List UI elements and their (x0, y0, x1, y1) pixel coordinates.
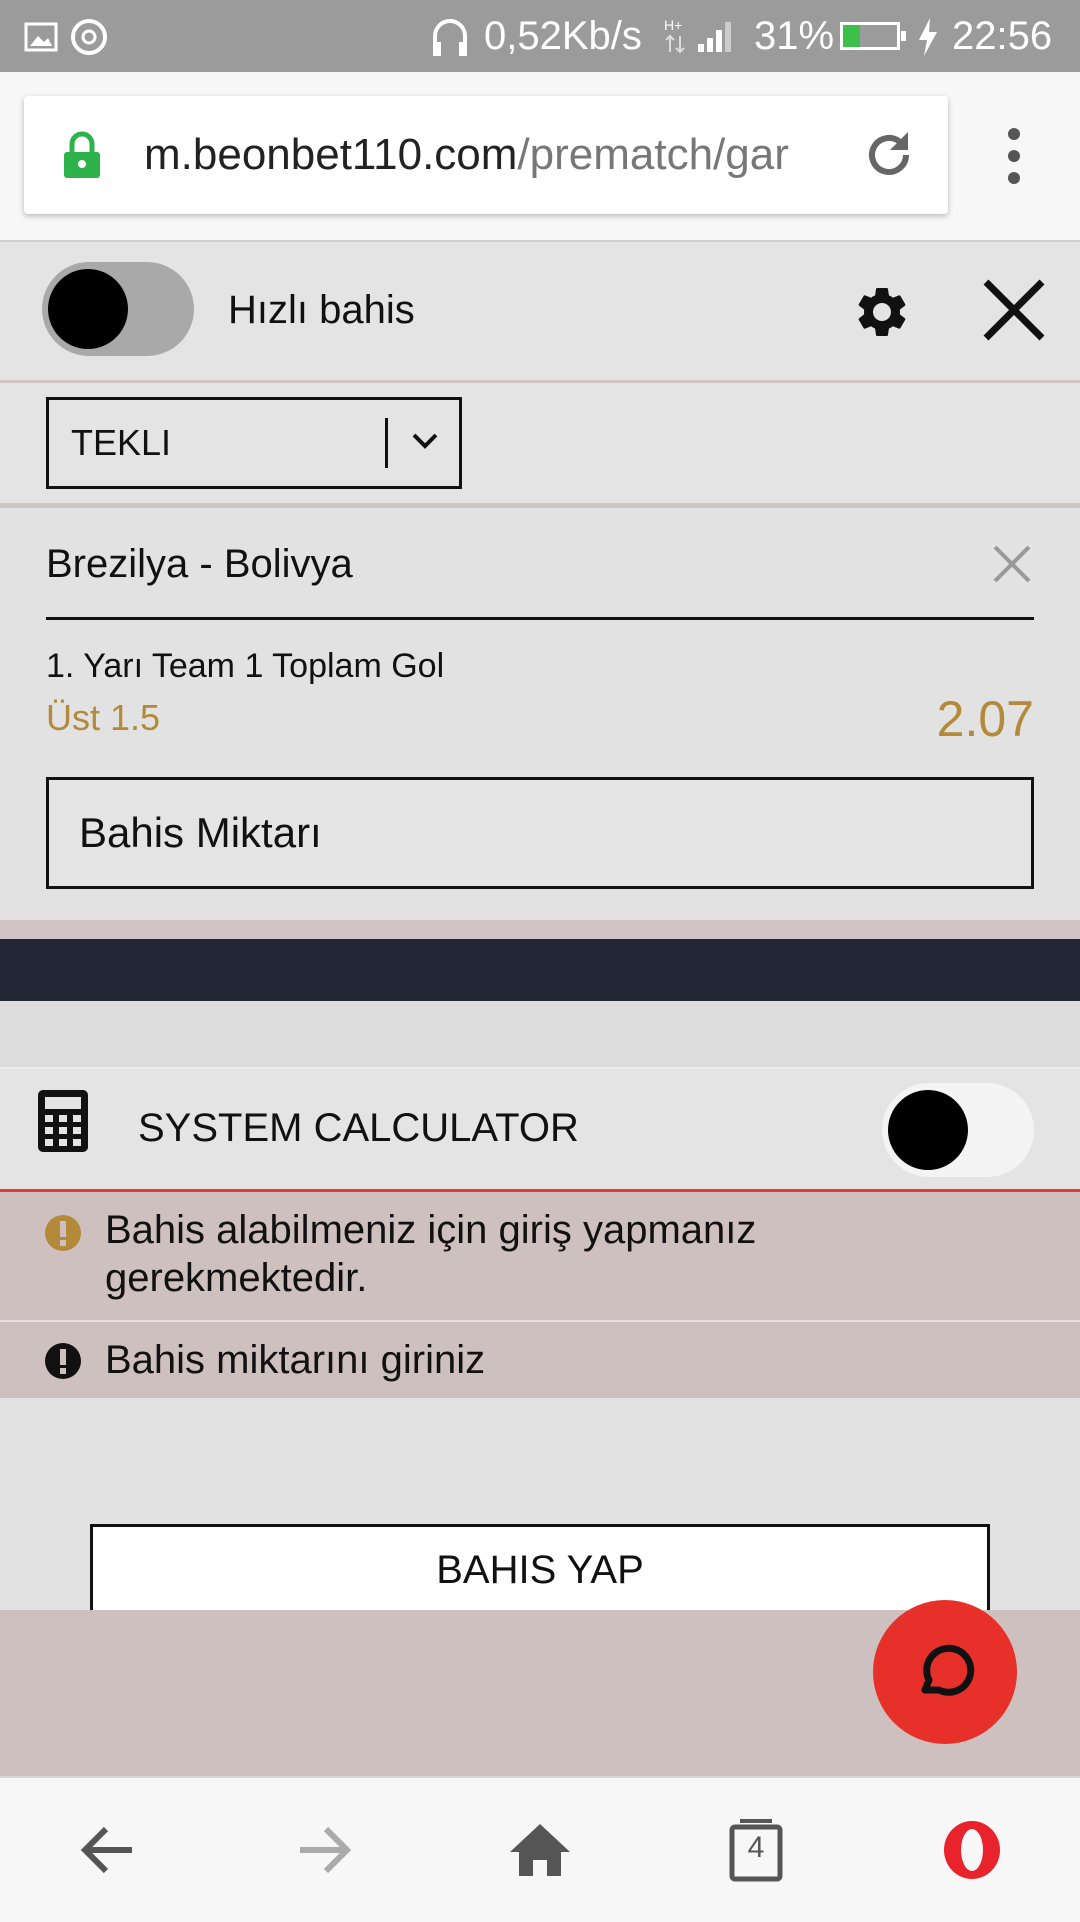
error-icon (45, 1343, 81, 1379)
forward-button[interactable] (254, 1778, 394, 1922)
chevron-down-icon (412, 433, 438, 449)
opera-logo-icon (944, 1821, 1000, 1879)
bet-type-value: TEKLI (71, 422, 172, 463)
selection-name: Üst 1.5 (46, 697, 161, 738)
sync-icon (71, 19, 107, 55)
signal-icon (698, 22, 731, 52)
quick-bet-label: Hızlı bahis (228, 288, 415, 332)
separator-strip (0, 920, 1080, 939)
select-divider (385, 418, 388, 468)
calculator-icon (38, 1090, 88, 1152)
navy-band (0, 939, 1080, 1001)
back-button[interactable] (38, 1778, 178, 1922)
system-calculator-label: SYSTEM CALCULATOR (138, 1106, 579, 1150)
system-calculator-toggle[interactable] (882, 1083, 1034, 1177)
charging-icon (919, 18, 937, 56)
url-text[interactable]: m.beonbet110.com/prematch/gar (144, 96, 854, 214)
lock-icon (64, 131, 100, 178)
match-title: Brezilya - Bolivya (46, 542, 353, 586)
alert-text: Bahis alabilmeniz için giriş yapmanız ge… (105, 1208, 757, 1300)
market-name: 1. Yarı Team 1 Toplam Gol (46, 647, 445, 685)
remove-bet-icon[interactable] (992, 544, 1032, 584)
arrow-left-icon (80, 1826, 132, 1874)
opera-menu-button[interactable] (902, 1778, 1042, 1922)
browser-toolbar: m.beonbet110.com/prematch/gar (0, 72, 1080, 242)
toggle-knob (48, 269, 128, 349)
spacer-band (0, 1001, 1080, 1069)
svg-text:H+: H+ (664, 17, 682, 33)
more-options-icon[interactable] (1000, 126, 1028, 186)
url-path: /prematch/gar (517, 130, 789, 179)
divider (46, 617, 1034, 620)
stake-input[interactable] (46, 777, 1034, 889)
home-button[interactable] (470, 1778, 610, 1922)
address-bar[interactable]: m.beonbet110.com/prematch/gar (24, 96, 948, 214)
home-icon (510, 1824, 570, 1876)
tabs-button[interactable]: 4 (686, 1778, 826, 1922)
headphones-icon (433, 19, 467, 56)
url-host: m.beonbet110.com (144, 130, 518, 179)
arrow-right-icon (300, 1826, 352, 1874)
quick-bet-toggle[interactable] (42, 262, 194, 356)
place-bet-button[interactable]: BAHIS YAP (90, 1524, 990, 1610)
battery-icon (840, 22, 906, 50)
bet-type-select[interactable]: TEKLI (46, 397, 462, 489)
alert-text: Bahis miktarını giriniz (105, 1338, 486, 1382)
close-icon[interactable] (982, 278, 1046, 342)
toggle-knob (888, 1090, 968, 1170)
warning-icon (45, 1215, 81, 1251)
tab-count: 4 (747, 1831, 765, 1864)
chat-button[interactable] (873, 1600, 1017, 1744)
clock: 22:56 (952, 14, 1053, 58)
hplus-icon: H+ (664, 17, 685, 54)
chat-icon (921, 1644, 975, 1696)
image-icon (24, 22, 58, 52)
gear-icon[interactable] (852, 282, 912, 342)
odds-value: 2.07 (936, 691, 1034, 747)
network-speed: 0,52Kb/s (484, 14, 642, 58)
browser-bottom-bar: 4 (0, 1776, 1080, 1922)
battery-percent: 31% (754, 14, 835, 58)
status-bar: 0,52Kb/s H+ 31% 22:56 (0, 0, 1080, 72)
reload-icon[interactable] (862, 128, 916, 182)
